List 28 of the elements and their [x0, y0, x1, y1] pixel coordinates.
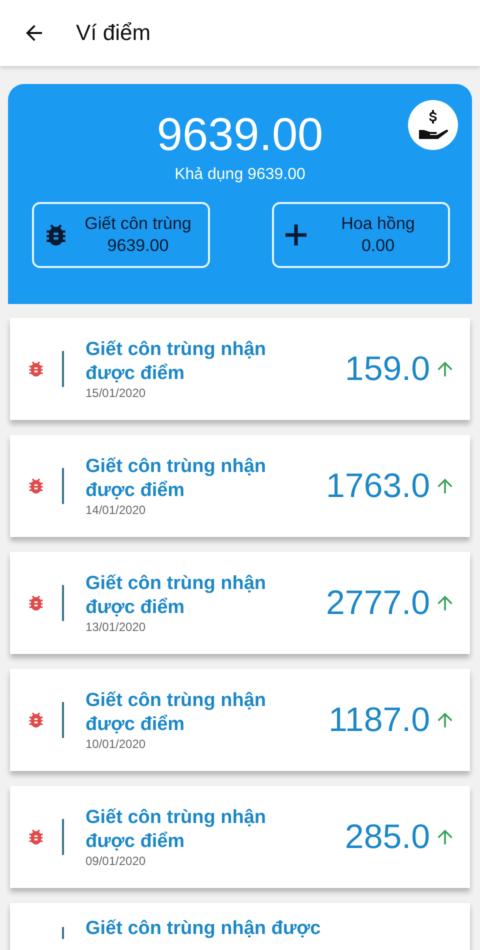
- balance-amount: 9639.00: [156, 108, 324, 160]
- wallet-button[interactable]: Hoa hồng 0.00: [272, 202, 450, 268]
- transaction-title: Giết côn trùng nhận được điểm: [86, 689, 267, 737]
- transaction-date: 09/01/2020: [86, 854, 147, 868]
- transaction-title: Giết côn trùng nhận được điểm: [86, 572, 267, 620]
- points-amount: 1763.0: [326, 466, 430, 506]
- transaction-title: Giết côn trùng nhận được điểm: [86, 806, 267, 854]
- transaction-date: 14/01/2020: [86, 503, 147, 517]
- transaction-card[interactable]: Giết côn trùng nhận được điểm 13/01/2020 2777.0: [10, 552, 470, 654]
- transaction-card[interactable]: Giết côn trùng nhận được điểm 09/01/2020 285.0: [10, 786, 470, 888]
- points-amount: 285.0: [344, 818, 430, 856]
- wallet-button[interactable]: Giết côn trùng 9639.00: [32, 202, 210, 268]
- available-balance: Khả dụng 9639.00: [174, 166, 306, 184]
- transaction-date: 13/01/2020: [86, 620, 147, 634]
- transaction-card[interactable]: Giết côn trùng nhận được điểm 10/01/2020 1187.0: [10, 669, 470, 771]
- transaction-date: 15/01/2020: [86, 386, 147, 400]
- transaction-title: Giết côn trùng nhận được điểm: [86, 338, 267, 386]
- hand-coin-icon[interactable]: [408, 100, 458, 150]
- points-amount: 159.0: [344, 350, 430, 388]
- transaction-title: Giết côn trùng nhận được: [86, 917, 322, 941]
- transaction-card[interactable]: Giết côn trùng nhận được: [10, 903, 470, 950]
- transaction-date: 10/01/2020: [86, 737, 147, 751]
- page-title: Ví điểm: [76, 20, 151, 46]
- points-amount: 2777.0: [326, 584, 430, 622]
- points-amount: 1187.0: [328, 700, 430, 740]
- transaction-title: Giết côn trùng nhận được điểm: [86, 455, 267, 503]
- transaction-card[interactable]: Giết côn trùng nhận được điểm 14/01/2020 1763.0: [10, 435, 470, 537]
- transaction-card[interactable]: Giết côn trùng nhận được điểm 15/01/2020 159.0: [10, 318, 470, 420]
